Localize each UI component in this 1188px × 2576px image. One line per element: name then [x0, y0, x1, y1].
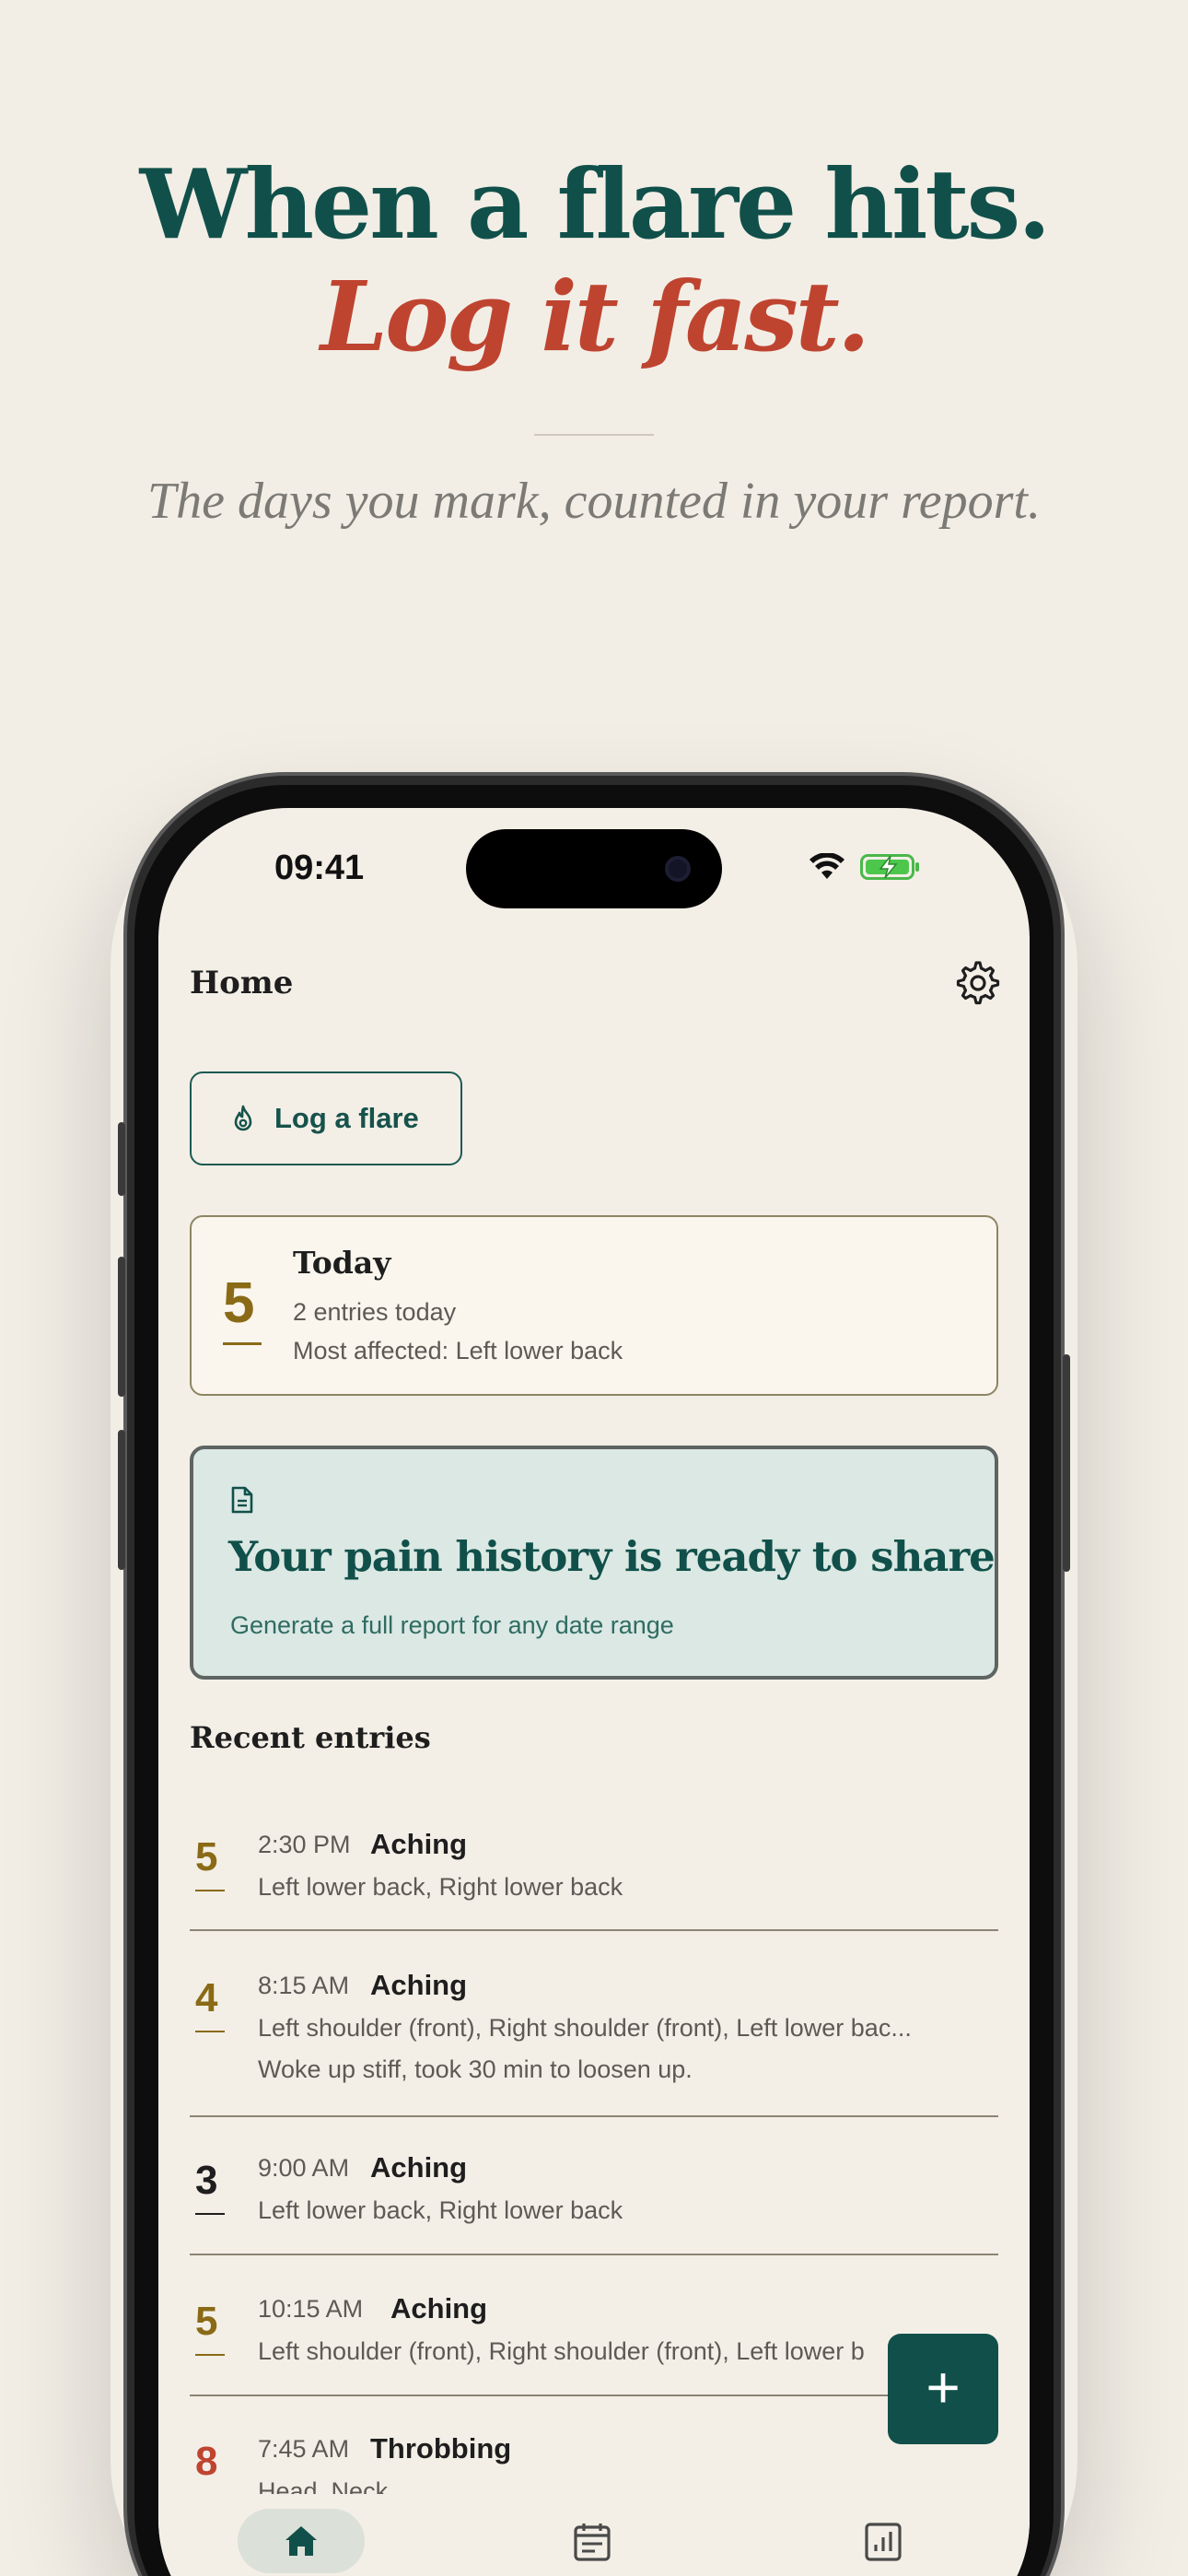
- volume-up-button: [118, 1257, 125, 1397]
- entry-time: 10:15 AM: [258, 2295, 364, 2323]
- row-divider: [190, 2254, 998, 2255]
- entry-row[interactable]: 8 7:45 AM Throbbing Head, Neck: [190, 2407, 998, 2494]
- score-underline: [223, 1342, 262, 1345]
- wifi-icon: [809, 853, 844, 879]
- document-icon: [231, 1486, 253, 1514]
- entry-areas: Left lower back, Right lower back: [258, 2196, 623, 2224]
- app-screen: 09:41 Home Log a flare 5 Today 2 entries…: [158, 808, 1030, 2576]
- entry-areas: Head, Neck: [258, 2477, 389, 2494]
- action-button: [118, 1122, 125, 1196]
- entry-row[interactable]: 3 9:00 AM Aching Left lower back, Right …: [190, 2126, 998, 2255]
- entry-score: 5: [195, 1834, 218, 1879]
- score-underline: [195, 2213, 225, 2215]
- power-button: [1063, 1354, 1070, 1572]
- log-flare-label: Log a flare: [274, 1102, 419, 1134]
- report-chart-icon: [865, 2523, 902, 2561]
- entry-pain-type: Aching: [390, 2292, 488, 2324]
- flame-icon: [234, 1105, 252, 1131]
- settings-button[interactable]: [954, 959, 1002, 1007]
- nav-home[interactable]: [238, 2509, 365, 2573]
- entry-row[interactable]: 4 8:15 AM Aching Left shoulder (front), …: [190, 1944, 998, 2119]
- entry-row[interactable]: 5 10:15 AM Aching Left shoulder (front),…: [190, 2267, 998, 2396]
- divider: [534, 434, 654, 436]
- share-report-card[interactable]: Your pain history is ready to share Gene…: [190, 1446, 998, 1680]
- row-divider: [190, 2115, 998, 2117]
- score-underline: [195, 2354, 225, 2356]
- nav-calendar[interactable]: [573, 2522, 611, 2567]
- entry-pain-type: Throbbing: [370, 2432, 512, 2465]
- nav-report[interactable]: [864, 2522, 903, 2567]
- row-divider: [190, 2395, 998, 2396]
- entry-time: 7:45 AM: [258, 2435, 350, 2463]
- today-title: Today: [293, 1245, 391, 1281]
- subtitle: The days you mark, counted in your repor…: [147, 473, 1041, 530]
- add-entry-button[interactable]: +: [888, 2334, 998, 2444]
- recent-entries-heading: Recent entries: [190, 1720, 431, 1755]
- status-icons: [809, 852, 921, 882]
- entry-row[interactable]: 5 2:30 PM Aching Left lower back, Right …: [190, 1803, 998, 1932]
- entry-pain-type: Aching: [370, 2151, 468, 2184]
- share-card-subtitle: Generate a full report for any date rang…: [230, 1611, 674, 1639]
- entry-score: 3: [195, 2158, 218, 2203]
- home-icon: [285, 2526, 317, 2556]
- entry-note: Woke up stiff, took 30 min to loosen up.: [258, 2055, 693, 2083]
- log-flare-button[interactable]: Log a flare: [190, 1071, 462, 1165]
- today-most-affected: Most affected: Left lower back: [293, 1337, 623, 1364]
- today-score: 5: [223, 1271, 255, 1335]
- score-underline: [195, 2031, 225, 2032]
- entry-score: 5: [195, 2299, 218, 2344]
- entry-time: 8:15 AM: [258, 1972, 350, 1999]
- page-title: Home: [190, 965, 294, 1001]
- entry-time: 2:30 PM: [258, 1831, 351, 1858]
- entry-areas: Left shoulder (front), Right shoulder (f…: [258, 2337, 865, 2365]
- calendar-icon: [574, 2523, 611, 2561]
- entry-areas: Left lower back, Right lower back: [258, 1873, 623, 1901]
- status-time: 09:41: [274, 849, 365, 887]
- entry-score: 8: [195, 2439, 218, 2484]
- volume-down-button: [118, 1430, 125, 1570]
- entry-pain-type: Aching: [370, 1828, 468, 1860]
- row-divider: [190, 1929, 998, 1931]
- entry-score: 4: [195, 1975, 218, 2020]
- entry-pain-type: Aching: [370, 1969, 468, 2001]
- entry-time: 9:00 AM: [258, 2154, 350, 2182]
- headline: When a flare hits.: [139, 147, 1052, 261]
- today-summary-card[interactable]: 5 Today 2 entries today Most affected: L…: [190, 1215, 998, 1396]
- entry-areas: Left shoulder (front), Right shoulder (f…: [258, 2014, 912, 2042]
- bottom-nav: [158, 2494, 1030, 2576]
- headline-accent: Log it fast.: [320, 260, 870, 373]
- today-entry-count: 2 entries today: [293, 1298, 457, 1326]
- share-card-title: Your pain history is ready to share: [228, 1532, 996, 1581]
- gear-icon: [956, 961, 1000, 1005]
- front-camera: [665, 856, 691, 882]
- score-underline: [195, 1890, 225, 1891]
- battery-charging-icon: [860, 854, 919, 880]
